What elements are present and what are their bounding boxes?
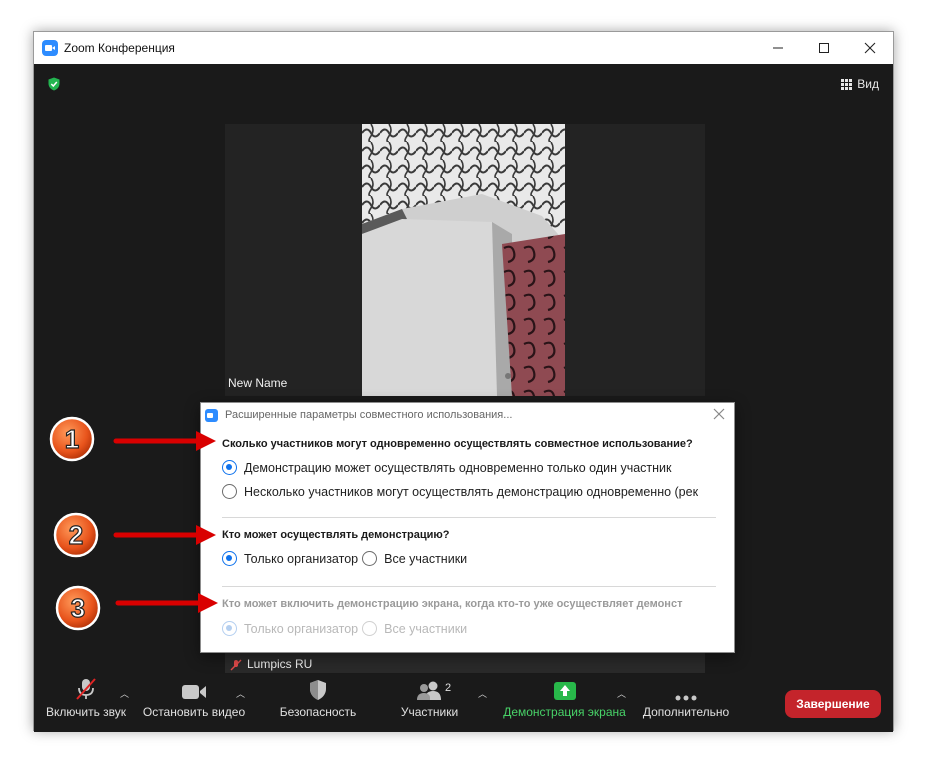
- zoom-logo-icon: [205, 408, 218, 422]
- option-label: Несколько участников могут осуществлять …: [244, 484, 699, 499]
- view-toggle[interactable]: Вид: [841, 77, 879, 91]
- question-who-can-start-when-sharing: Кто может включить демонстрацию экрана, …: [222, 598, 683, 610]
- advanced-sharing-dialog: Расширенные параметры совместного исполь…: [200, 402, 735, 653]
- option-one-participant[interactable]: Демонстрацию может осуществлять одноврем…: [222, 460, 672, 475]
- option-label: Демонстрацию может осуществлять одноврем…: [244, 460, 672, 475]
- camera-feed: [362, 124, 565, 396]
- participant-name-2: Lumpics RU: [247, 657, 313, 671]
- mic-icon-wrap: [75, 673, 97, 705]
- participants-count: 2: [445, 682, 452, 694]
- share-options-caret-icon[interactable]: ︿: [617, 687, 626, 700]
- radio-unchecked-disabled-icon: [362, 621, 378, 636]
- radio-checked-icon[interactable]: [222, 551, 237, 566]
- dialog-close-icon[interactable]: [712, 407, 726, 421]
- participants-button[interactable]: Участники: [391, 673, 468, 732]
- security-icon-wrap: [308, 673, 328, 705]
- close-button[interactable]: [847, 32, 893, 64]
- participants-label: Участники: [400, 705, 459, 719]
- maximize-button[interactable]: [801, 32, 847, 64]
- unmute-label: Включить звук: [45, 705, 127, 719]
- camera-image: [362, 124, 565, 396]
- radio-unchecked-icon[interactable]: [362, 551, 378, 566]
- more-button[interactable]: Дополнительно: [640, 673, 732, 732]
- marker-number: 1: [65, 424, 79, 454]
- option-all-participants[interactable]: Все участники: [384, 552, 467, 566]
- option-all-participants-disabled: Все участники: [384, 621, 468, 636]
- mic-muted-icon: [230, 659, 242, 671]
- divider: [222, 586, 716, 587]
- window-titlebar: Zoom Конференция: [34, 32, 893, 64]
- marker-number: 2: [69, 520, 83, 550]
- security-label: Безопасность: [279, 705, 357, 719]
- participants-icon: [416, 681, 441, 700]
- camera-icon: [182, 685, 206, 699]
- meeting-toolbar: Включить звук ︿ Остановить видео ︿ Безоп…: [34, 673, 893, 732]
- arrow-1-icon: [113, 431, 216, 451]
- radio-checked-disabled-icon: [222, 621, 237, 636]
- participants-icon-wrap: [416, 673, 444, 705]
- dialog-title: Расширенные параметры совместного исполь…: [225, 409, 513, 421]
- option-host-only[interactable]: Только организатор: [244, 552, 358, 566]
- window-title: Zoom Конференция: [64, 41, 175, 55]
- participants-options-caret-icon[interactable]: ︿: [478, 687, 487, 700]
- minimize-button[interactable]: [755, 32, 801, 64]
- unmute-button[interactable]: Включить звук: [41, 673, 131, 732]
- participant-video-tile[interactable]: New Name: [225, 124, 705, 396]
- who-can-share-options: Только организатор Все участники: [222, 551, 467, 566]
- question-who-can-share: Кто может осуществлять демонстрацию?: [222, 529, 450, 541]
- dialog-titlebar: Расширенные параметры совместного исполь…: [201, 403, 734, 427]
- minimize-icon: [773, 47, 783, 49]
- radio-checked-icon[interactable]: [222, 460, 237, 475]
- step-marker-2: 2: [53, 512, 99, 558]
- participant-name: New Name: [228, 376, 288, 390]
- maximize-icon: [819, 43, 829, 53]
- audio-options-caret-icon[interactable]: ︿: [120, 687, 129, 700]
- radio-unchecked-icon[interactable]: [222, 484, 237, 499]
- close-icon: [864, 42, 876, 54]
- more-icon-wrap: [675, 673, 697, 705]
- mic-muted-icon: [76, 678, 96, 700]
- option-host-only-disabled: Только организатор: [244, 621, 359, 636]
- step-marker-3: 3: [55, 585, 101, 631]
- window-controls: [755, 32, 893, 64]
- encryption-shield-icon[interactable]: [47, 77, 61, 91]
- step-marker-1: 1: [49, 416, 95, 462]
- option-multiple-participants[interactable]: Несколько участников могут осуществлять …: [222, 484, 698, 499]
- who-can-start-options: Только организатор Все участники: [222, 621, 467, 636]
- share-screen-button[interactable]: Демонстрация экрана: [502, 673, 627, 732]
- security-button[interactable]: Безопасность: [272, 673, 364, 732]
- shield-icon: [310, 680, 326, 700]
- question-simultaneous-sharing: Сколько участников могут одновременно ос…: [222, 438, 693, 450]
- camera-icon-wrap: [181, 673, 207, 705]
- stop-video-label: Остановить видео: [142, 705, 246, 719]
- marker-number: 3: [71, 593, 85, 623]
- view-label: Вид: [857, 77, 879, 91]
- more-label: Дополнительно: [642, 705, 730, 719]
- arrow-3-icon: [115, 593, 218, 613]
- stop-video-button[interactable]: Остановить видео: [139, 673, 249, 732]
- more-dots-icon: [675, 695, 697, 701]
- share-screen-icon: [553, 682, 576, 700]
- video-options-caret-icon[interactable]: ︿: [236, 687, 245, 700]
- grid-view-icon: [841, 78, 853, 90]
- divider: [222, 517, 716, 518]
- share-screen-label: Демонстрация экрана: [503, 705, 626, 719]
- share-icon-wrap: [553, 673, 577, 705]
- end-meeting-button[interactable]: Завершение: [785, 690, 881, 718]
- zoom-logo-icon: [42, 40, 58, 56]
- arrow-2-icon: [113, 525, 216, 545]
